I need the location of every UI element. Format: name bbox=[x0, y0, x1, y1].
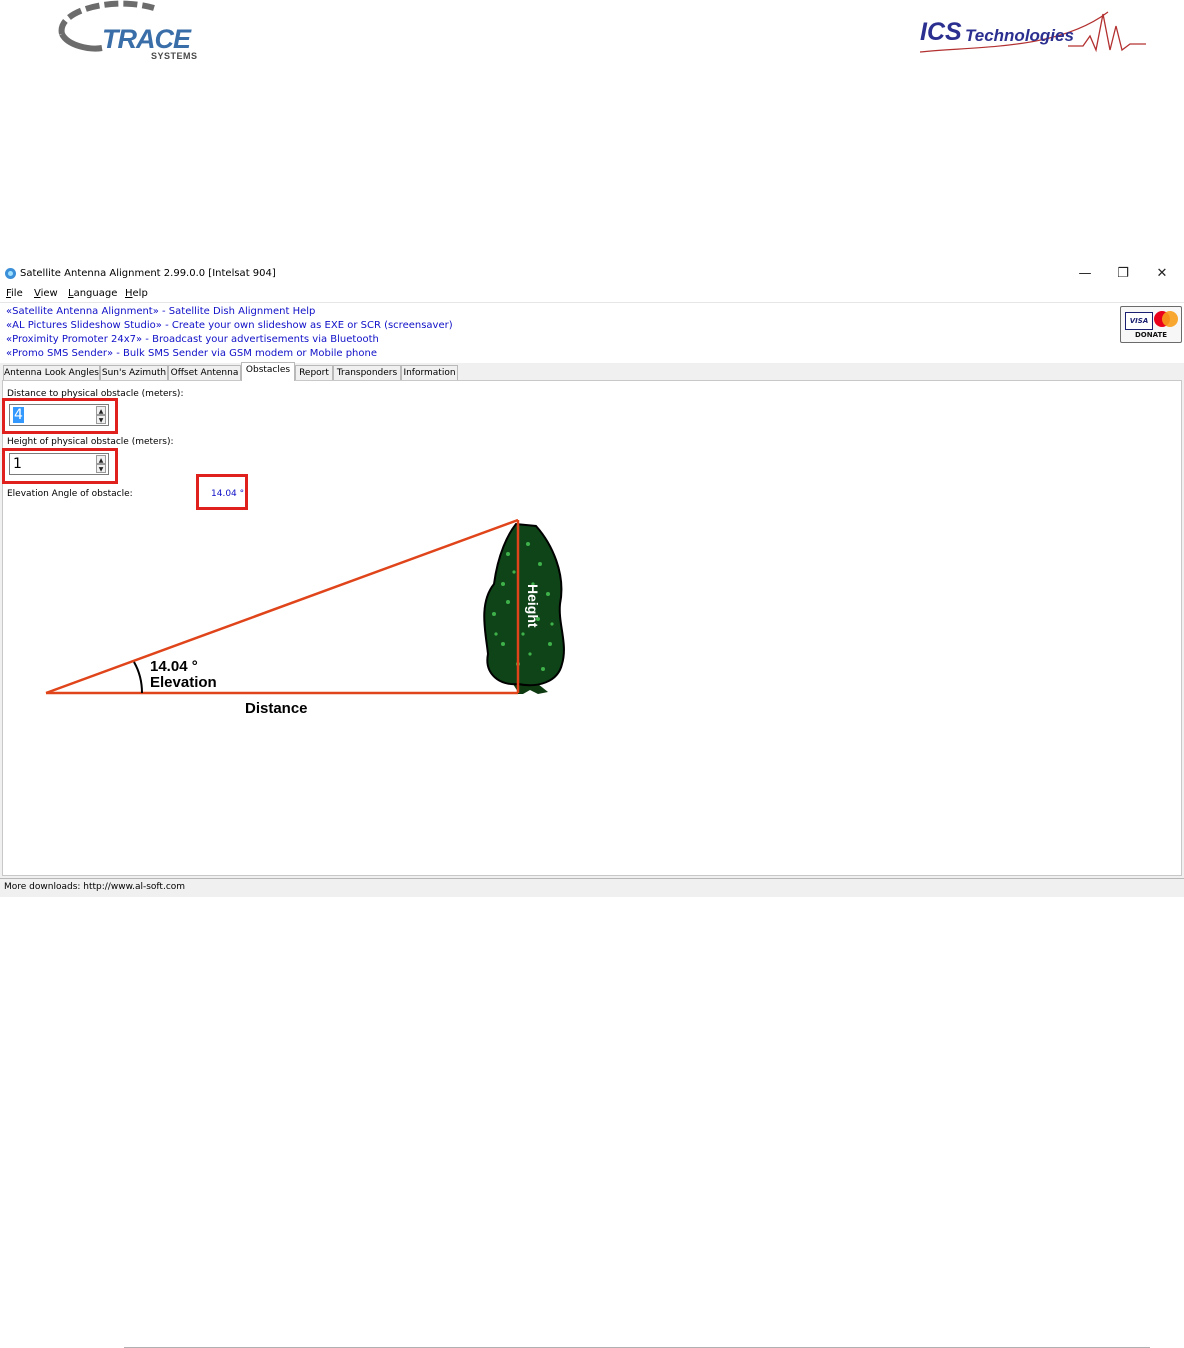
mastercard-icon bbox=[1162, 311, 1178, 327]
ics-wordmark-rest: Technologies bbox=[965, 26, 1074, 45]
promo-link[interactable]: «Satellite Antenna Alignment» - Satellit… bbox=[6, 306, 315, 317]
minimize-button[interactable]: — bbox=[1066, 262, 1104, 286]
status-bar: More downloads: http://www.al-soft.com bbox=[0, 878, 1184, 897]
diagram-distance-text: Distance bbox=[245, 700, 308, 717]
tab-obstacles[interactable]: Obstacles bbox=[241, 362, 295, 381]
trace-subtitle: SYSTEMS bbox=[151, 51, 198, 61]
status-text: More downloads: http://www.al-soft.com bbox=[4, 882, 186, 892]
tree-icon bbox=[483, 522, 565, 694]
donate-label: DONATE bbox=[1134, 331, 1168, 339]
hypotenuse-line bbox=[45, 518, 519, 695]
tab-report[interactable]: Report bbox=[295, 365, 333, 380]
close-button[interactable]: ✕ bbox=[1143, 262, 1181, 286]
tab-offset-antenna[interactable]: Offset Antenna bbox=[168, 365, 241, 380]
trace-systems-logo: TRACE SYSTEMS bbox=[54, 0, 214, 64]
height-label: Height of physical obstacle (meters): bbox=[7, 437, 174, 447]
menu-bar: File View Language Help bbox=[0, 286, 1184, 302]
tab-information[interactable]: Information bbox=[401, 365, 458, 380]
diagram-height-text: Height bbox=[525, 584, 541, 628]
satellite-app-icon bbox=[5, 268, 16, 279]
tab-strip: Antenna Look Angles Sun's Azimuth Offset… bbox=[0, 362, 1184, 381]
promo-links-area: «Satellite Antenna Alignment» - Satellit… bbox=[0, 302, 1184, 363]
elevation-diagram: 14.04 ° Elevation Distance Height bbox=[45, 518, 565, 717]
window-title: Satellite Antenna Alignment 2.99.0.0 [In… bbox=[20, 268, 276, 279]
maximize-button[interactable]: ❐ bbox=[1104, 262, 1142, 286]
highlight-box bbox=[196, 474, 248, 510]
diagram-elevation-text: Elevation bbox=[150, 674, 217, 691]
promo-link[interactable]: «Proximity Promoter 24x7» - Broadcast yo… bbox=[6, 334, 379, 345]
tab-antenna-look-angles[interactable]: Antenna Look Angles bbox=[3, 365, 100, 380]
angle-arc bbox=[133, 661, 143, 694]
menu-language[interactable]: Language bbox=[68, 288, 117, 299]
donate-button[interactable]: VISA DONATE bbox=[1120, 306, 1182, 343]
highlight-box bbox=[2, 398, 118, 434]
title-bar: Satellite Antenna Alignment 2.99.0.0 [In… bbox=[0, 262, 1184, 286]
menu-help[interactable]: Help bbox=[125, 288, 148, 299]
menu-file[interactable]: File bbox=[6, 288, 23, 299]
ics-technologies-logo: ICS Technologies bbox=[918, 6, 1148, 62]
elevation-label: Elevation Angle of obstacle: bbox=[7, 489, 133, 499]
promo-link[interactable]: «Promo SMS Sender» - Bulk SMS Sender via… bbox=[6, 348, 377, 359]
promo-link[interactable]: «AL Pictures Slideshow Studio» - Create … bbox=[6, 320, 453, 331]
ics-wordmark-bold: ICS bbox=[920, 18, 962, 46]
diagram-angle-text: 14.04 ° bbox=[150, 658, 198, 675]
tab-transponders[interactable]: Transponders bbox=[333, 365, 401, 380]
highlight-box bbox=[2, 448, 118, 484]
tab-suns-azimuth[interactable]: Sun's Azimuth bbox=[100, 365, 168, 380]
visa-icon: VISA bbox=[1125, 312, 1153, 330]
menu-view[interactable]: View bbox=[34, 288, 58, 299]
